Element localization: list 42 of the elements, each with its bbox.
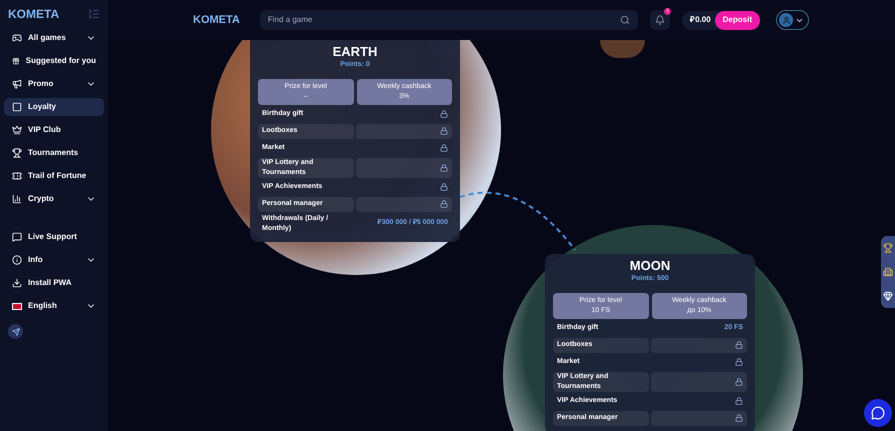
lock-icon — [440, 127, 448, 135]
lock-icon — [440, 183, 448, 191]
logo: KOMETA — [8, 6, 60, 23]
sidebar-item[interactable]: Info — [4, 251, 104, 269]
lock-icon — [440, 200, 448, 208]
level-title: EARTH — [332, 44, 378, 60]
flag-icon — [12, 302, 22, 310]
building-icon[interactable] — [883, 267, 893, 277]
level-title: MOON — [628, 258, 672, 274]
logo: KOMETA — [193, 12, 240, 28]
search-icon[interactable] — [620, 15, 630, 25]
sidebar-item[interactable]: English — [4, 297, 104, 315]
lock-icon — [735, 414, 743, 422]
lock-icon — [735, 397, 743, 405]
search-field[interactable]: Find a game — [260, 10, 638, 30]
sidebar-item[interactable]: VIP Club — [4, 121, 104, 139]
telegram-button[interactable] — [8, 324, 23, 339]
chat-icon — [871, 406, 885, 420]
bell-icon — [655, 15, 666, 25]
avatar-icon — [782, 16, 790, 24]
lock-icon — [735, 378, 743, 386]
paper-plane-icon — [12, 328, 20, 336]
sidebar-item[interactable]: Tournaments — [4, 144, 104, 162]
lock-icon — [440, 144, 448, 152]
trophy-icon[interactable] — [883, 243, 893, 253]
lock-icon — [440, 164, 448, 172]
chat-button[interactable] — [864, 399, 892, 427]
deposit-button[interactable]: Deposit — [714, 10, 760, 30]
profile-button[interactable] — [776, 10, 809, 30]
sidebar-item[interactable]: Live Support — [4, 228, 104, 246]
balance-text: ₽0.00 — [690, 14, 711, 26]
sidebar-item[interactable]: Suggested for you — [4, 52, 104, 70]
lock-icon — [735, 358, 743, 366]
sidebar-item[interactable]: Crypto — [4, 190, 104, 208]
sidebar-item[interactable]: Loyalty — [4, 98, 104, 116]
lock-icon — [735, 341, 743, 349]
sidebar-item[interactable]: Install PWA — [4, 274, 104, 292]
gem-icon[interactable] — [883, 291, 893, 301]
sidebar-item[interactable]: Promo — [4, 75, 104, 93]
sidebar-item[interactable]: Trail of Fortune — [4, 167, 104, 185]
lock-icon — [440, 110, 448, 118]
sidebar-item[interactable]: All games — [4, 29, 104, 47]
